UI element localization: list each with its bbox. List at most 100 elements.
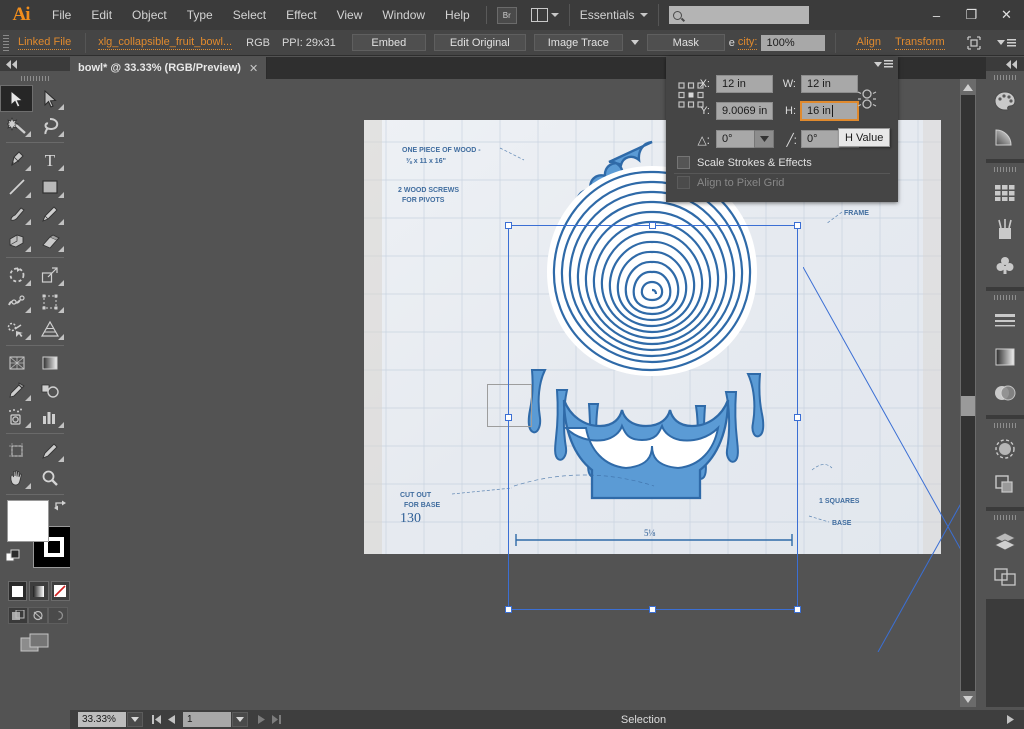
select-similar-icon[interactable] (963, 34, 985, 52)
artboard-number-input[interactable]: 1 (183, 712, 231, 727)
image-trace-chevron-icon[interactable] (631, 40, 639, 45)
draw-normal-button[interactable] (8, 607, 28, 624)
type-tool[interactable]: T (33, 146, 66, 173)
previous-artboard-button[interactable] (164, 711, 179, 728)
artboards-panel-icon[interactable] (986, 559, 1024, 595)
control-bar-grip[interactable] (0, 30, 12, 56)
workspace-chevron-icon[interactable] (640, 13, 648, 17)
w-input[interactable]: 12 in (801, 75, 858, 93)
transform-panel-menu-button[interactable] (874, 60, 893, 68)
constrain-proportions-icon[interactable] (856, 87, 878, 116)
zoom-level-dropdown[interactable] (127, 712, 143, 727)
menu-help[interactable]: Help (435, 0, 480, 30)
zoom-level-input[interactable]: 33.33% (78, 712, 126, 727)
paintbrush-tool[interactable] (0, 200, 33, 227)
rectangle-tool[interactable] (33, 173, 66, 200)
opacity-input[interactable]: 100% (761, 35, 825, 51)
bridge-icon[interactable]: Br (497, 7, 517, 24)
transparency-panel-icon[interactable] (986, 375, 1024, 411)
shape-builder-tool[interactable] (0, 315, 33, 342)
image-trace-button[interactable]: Image Trace (534, 34, 623, 51)
appearance-panel-icon[interactable] (986, 431, 1024, 467)
vertical-scrollbar[interactable] (960, 79, 976, 707)
menu-type[interactable]: Type (177, 0, 223, 30)
menu-effect[interactable]: Effect (276, 0, 326, 30)
control-bar-menu-button[interactable] (997, 39, 1016, 47)
handle-bottom-right[interactable] (794, 606, 801, 613)
brushes-panel-icon[interactable] (986, 211, 1024, 247)
perspective-grid-tool[interactable] (33, 315, 66, 342)
swap-fill-stroke-icon[interactable] (54, 499, 68, 511)
mesh-tool[interactable] (0, 349, 33, 376)
artboard-dropdown[interactable] (232, 712, 248, 727)
h-input[interactable]: 16 in (801, 102, 858, 120)
dock-group-grip[interactable] (986, 163, 1024, 175)
fill-swatch[interactable] (8, 501, 48, 541)
menu-window[interactable]: Window (372, 0, 435, 30)
graphic-styles-icon[interactable] (986, 467, 1024, 503)
free-transform-tool[interactable] (33, 288, 66, 315)
tools-panel-grip[interactable] (0, 71, 70, 85)
arrange-documents-button[interactable] (531, 8, 559, 22)
stroke-panel-icon[interactable] (986, 303, 1024, 339)
blend-tool[interactable] (33, 376, 66, 403)
menu-edit[interactable]: Edit (81, 0, 122, 30)
scale-strokes-checkbox[interactable] (677, 156, 690, 169)
color-fill-button[interactable] (8, 581, 27, 601)
status-text[interactable]: Selection (284, 714, 1003, 726)
scroll-down-button[interactable] (960, 691, 976, 707)
tools-collapse-button[interactable] (0, 57, 70, 71)
draw-behind-button[interactable] (28, 607, 48, 624)
width-tool[interactable] (0, 288, 33, 315)
close-icon[interactable]: ✕ (249, 62, 258, 75)
gradient-fill-button[interactable] (29, 581, 48, 601)
menu-select[interactable]: Select (223, 0, 276, 30)
menu-object[interactable]: Object (122, 0, 177, 30)
line-segment-tool[interactable] (0, 173, 33, 200)
first-artboard-button[interactable] (149, 711, 164, 728)
symbols-panel-icon[interactable] (986, 247, 1024, 283)
y-input[interactable]: 9.0069 in (716, 102, 773, 120)
vertical-scrollbar-thumb[interactable] (961, 396, 975, 416)
opacity-link-label[interactable]: city: (738, 36, 758, 50)
workspace-switcher-label[interactable]: Essentials (580, 8, 635, 22)
last-artboard-button[interactable] (269, 711, 284, 728)
column-graph-tool[interactable] (33, 403, 66, 430)
x-input[interactable]: 12 in (716, 75, 773, 93)
lasso-tool[interactable] (33, 112, 66, 139)
next-artboard-button[interactable] (254, 711, 269, 728)
handle-bottom-center[interactable] (649, 606, 656, 613)
swatches-panel-icon[interactable] (986, 175, 1024, 211)
scale-tool[interactable] (33, 261, 66, 288)
dock-group-grip[interactable] (986, 419, 1024, 431)
blob-brush-tool[interactable] (0, 227, 33, 254)
selection-tool[interactable] (0, 85, 33, 112)
slice-tool[interactable] (33, 437, 66, 464)
linked-filename-label[interactable]: xlg_collapsible_fruit_bowl... (98, 36, 232, 50)
draw-inside-button[interactable] (48, 607, 68, 624)
symbol-sprayer-tool[interactable] (0, 403, 33, 430)
minimize-button[interactable]: – (919, 4, 954, 26)
close-button[interactable]: ✕ (989, 4, 1024, 26)
restore-button[interactable]: ❐ (954, 4, 989, 26)
layers-panel-icon[interactable] (986, 523, 1024, 559)
scale-strokes-checkbox-row[interactable]: Scale Strokes & Effects (677, 156, 812, 169)
default-fill-stroke-icon[interactable] (6, 549, 22, 565)
handle-bottom-left[interactable] (505, 606, 512, 613)
document-tab[interactable]: bowl* @ 33.33% (RGB/Preview) ✕ (70, 57, 267, 79)
menu-view[interactable]: View (327, 0, 373, 30)
linked-file-label[interactable]: Linked File (18, 36, 71, 50)
eraser-tool[interactable] (33, 227, 66, 254)
rotate-tool[interactable] (0, 261, 33, 288)
dock-group-grip[interactable] (986, 71, 1024, 83)
hand-tool[interactable] (0, 464, 33, 491)
vertical-scrollbar-track[interactable] (961, 95, 975, 691)
scroll-up-button[interactable] (960, 79, 976, 95)
menu-file[interactable]: File (42, 0, 81, 30)
screen-mode-button[interactable] (20, 632, 70, 654)
pencil-tool[interactable] (33, 200, 66, 227)
edit-original-button[interactable]: Edit Original (434, 34, 526, 51)
embed-button[interactable]: Embed (352, 34, 426, 51)
dock-group-grip[interactable] (986, 291, 1024, 303)
gradient-panel-icon[interactable] (986, 339, 1024, 375)
